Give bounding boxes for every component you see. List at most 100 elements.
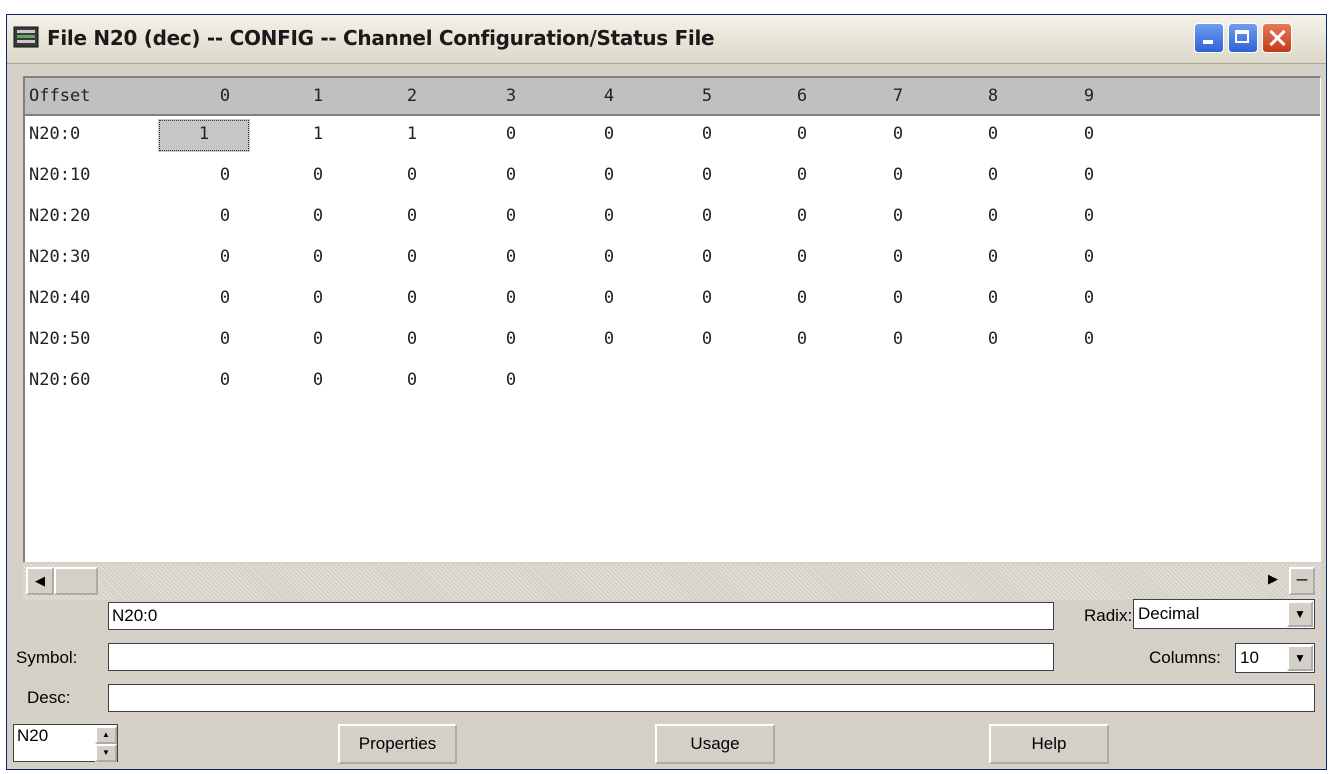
column-header: 4 bbox=[603, 86, 615, 106]
table-cell[interactable]: 0 bbox=[382, 198, 442, 236]
chevron-down-icon[interactable]: ▼ bbox=[1287, 645, 1313, 671]
data-file-window: File N20 (dec) -- CONFIG -- Channel Conf… bbox=[6, 14, 1327, 770]
table-cell[interactable]: 0 bbox=[481, 280, 541, 318]
table-cell[interactable]: 0 bbox=[1059, 321, 1119, 359]
table-cell[interactable]: 0 bbox=[677, 157, 737, 195]
table-cell[interactable]: 0 bbox=[772, 321, 832, 359]
table-row: N20:20 0 0 0 0 0 0 0 0 0 0 bbox=[25, 198, 1320, 239]
column-header: 5 bbox=[701, 86, 713, 106]
table-cell[interactable]: 0 bbox=[481, 321, 541, 359]
radix-label: Radix: bbox=[1084, 606, 1133, 625]
table-cell[interactable]: 0 bbox=[772, 280, 832, 318]
table-cell[interactable]: 0 bbox=[868, 280, 928, 318]
chevron-down-icon[interactable]: ▼ bbox=[1287, 601, 1313, 627]
data-table[interactable]: Offset 0 1 2 3 4 5 6 7 8 9 N20:0 1 1 1 0… bbox=[23, 76, 1321, 562]
table-cell[interactable]: 0 bbox=[1059, 116, 1119, 154]
table-cell[interactable]: 0 bbox=[288, 362, 348, 400]
table-cell[interactable]: 0 bbox=[195, 362, 255, 400]
table-cell[interactable]: 0 bbox=[1059, 280, 1119, 318]
table-cell[interactable]: 0 bbox=[868, 239, 928, 277]
table-cell[interactable]: 0 bbox=[288, 157, 348, 195]
scroll-thumb[interactable] bbox=[54, 567, 98, 595]
table-cell[interactable]: 0 bbox=[677, 239, 737, 277]
table-cell[interactable]: 0 bbox=[288, 239, 348, 277]
table-cell[interactable]: 0 bbox=[195, 157, 255, 195]
table-cell[interactable]: 0 bbox=[868, 116, 928, 154]
table-cell[interactable]: 0 bbox=[772, 239, 832, 277]
table-cell[interactable]: 0 bbox=[963, 198, 1023, 236]
table-cell[interactable]: 0 bbox=[868, 198, 928, 236]
table-cell[interactable]: 0 bbox=[1059, 157, 1119, 195]
table-cell[interactable]: 0 bbox=[1059, 239, 1119, 277]
arrow-right-icon[interactable]: ▶ bbox=[1259, 567, 1287, 595]
arrow-up-icon[interactable]: ▲ bbox=[95, 726, 117, 744]
minus-icon[interactable]: – bbox=[1289, 567, 1315, 595]
horizontal-scrollbar[interactable]: ◀ ▶ – bbox=[23, 564, 1321, 600]
table-cell[interactable]: 0 bbox=[579, 321, 639, 359]
arrow-down-icon[interactable]: ▼ bbox=[95, 744, 117, 762]
table-cell[interactable]: 0 bbox=[963, 280, 1023, 318]
table-cell[interactable]: 0 bbox=[677, 321, 737, 359]
table-row: N20:10 0 0 0 0 0 0 0 0 0 0 bbox=[25, 157, 1320, 198]
table-cell[interactable]: 0 bbox=[382, 362, 442, 400]
table-cell[interactable]: 0 bbox=[481, 198, 541, 236]
properties-button[interactable]: Properties bbox=[338, 724, 457, 764]
symbol-label: Symbol: bbox=[16, 648, 78, 667]
table-cell[interactable]: 0 bbox=[772, 157, 832, 195]
table-cell[interactable]: 0 bbox=[195, 239, 255, 277]
table-cell[interactable]: 0 bbox=[772, 116, 832, 154]
table-cell[interactable]: 0 bbox=[288, 280, 348, 318]
table-cell[interactable]: 0 bbox=[963, 116, 1023, 154]
maximize-button[interactable] bbox=[1228, 23, 1258, 53]
table-cell[interactable]: 0 bbox=[382, 157, 442, 195]
table-cell[interactable]: 0 bbox=[382, 239, 442, 277]
table-cell[interactable]: 0 bbox=[195, 321, 255, 359]
table-cell[interactable]: 0 bbox=[579, 157, 639, 195]
arrow-left-icon[interactable]: ◀ bbox=[26, 567, 54, 595]
table-cell[interactable]: 0 bbox=[677, 280, 737, 318]
table-cell[interactable]: 0 bbox=[963, 239, 1023, 277]
table-cell[interactable]: 0 bbox=[481, 239, 541, 277]
table-cell[interactable]: 0 bbox=[579, 198, 639, 236]
table-cell[interactable]: 0 bbox=[288, 198, 348, 236]
row-offset: N20:20 bbox=[29, 206, 91, 226]
column-header: 8 bbox=[987, 86, 999, 106]
table-cell[interactable]: 0 bbox=[382, 280, 442, 318]
table-cell[interactable]: 1 bbox=[158, 119, 250, 152]
title-bar[interactable]: File N20 (dec) -- CONFIG -- Channel Conf… bbox=[7, 15, 1326, 64]
table-cell[interactable]: 1 bbox=[382, 116, 442, 154]
table-cell[interactable]: 0 bbox=[195, 280, 255, 318]
table-cell[interactable]: 0 bbox=[195, 198, 255, 236]
table-cell[interactable]: 0 bbox=[963, 321, 1023, 359]
row-offset: N20:50 bbox=[29, 329, 91, 349]
table-cell[interactable]: 0 bbox=[481, 157, 541, 195]
table-cell[interactable]: 0 bbox=[481, 362, 541, 400]
table-cell[interactable]: 0 bbox=[772, 198, 832, 236]
table-cell[interactable]: 0 bbox=[382, 321, 442, 359]
table-cell[interactable]: 0 bbox=[579, 239, 639, 277]
row-offset: N20:40 bbox=[29, 288, 91, 308]
help-button[interactable]: Help bbox=[989, 724, 1109, 764]
table-cell[interactable]: 0 bbox=[868, 157, 928, 195]
table-cell[interactable]: 0 bbox=[579, 280, 639, 318]
table-cell[interactable]: 1 bbox=[288, 116, 348, 154]
close-button[interactable] bbox=[1262, 23, 1292, 53]
table-cell[interactable]: 0 bbox=[481, 116, 541, 154]
address-field[interactable]: N20:0 bbox=[108, 602, 1054, 630]
table-cell[interactable]: 0 bbox=[677, 116, 737, 154]
table-cell[interactable]: 0 bbox=[1059, 198, 1119, 236]
symbol-field[interactable] bbox=[108, 643, 1054, 671]
table-cell[interactable]: 0 bbox=[677, 198, 737, 236]
minimize-button[interactable] bbox=[1194, 23, 1224, 53]
table-cell[interactable]: 0 bbox=[579, 116, 639, 154]
table-cell[interactable]: 0 bbox=[963, 157, 1023, 195]
radix-select[interactable]: Decimal ▼ bbox=[1133, 599, 1315, 629]
desc-field[interactable] bbox=[108, 684, 1315, 712]
table-cell[interactable]: 0 bbox=[288, 321, 348, 359]
table-row: N20:30 0 0 0 0 0 0 0 0 0 0 bbox=[25, 239, 1320, 280]
usage-button[interactable]: Usage bbox=[655, 724, 775, 764]
columns-select[interactable]: 10 ▼ bbox=[1235, 643, 1315, 673]
table-row: N20:50 0 0 0 0 0 0 0 0 0 0 bbox=[25, 321, 1320, 362]
desc-label: Desc: bbox=[27, 688, 71, 707]
table-cell[interactable]: 0 bbox=[868, 321, 928, 359]
